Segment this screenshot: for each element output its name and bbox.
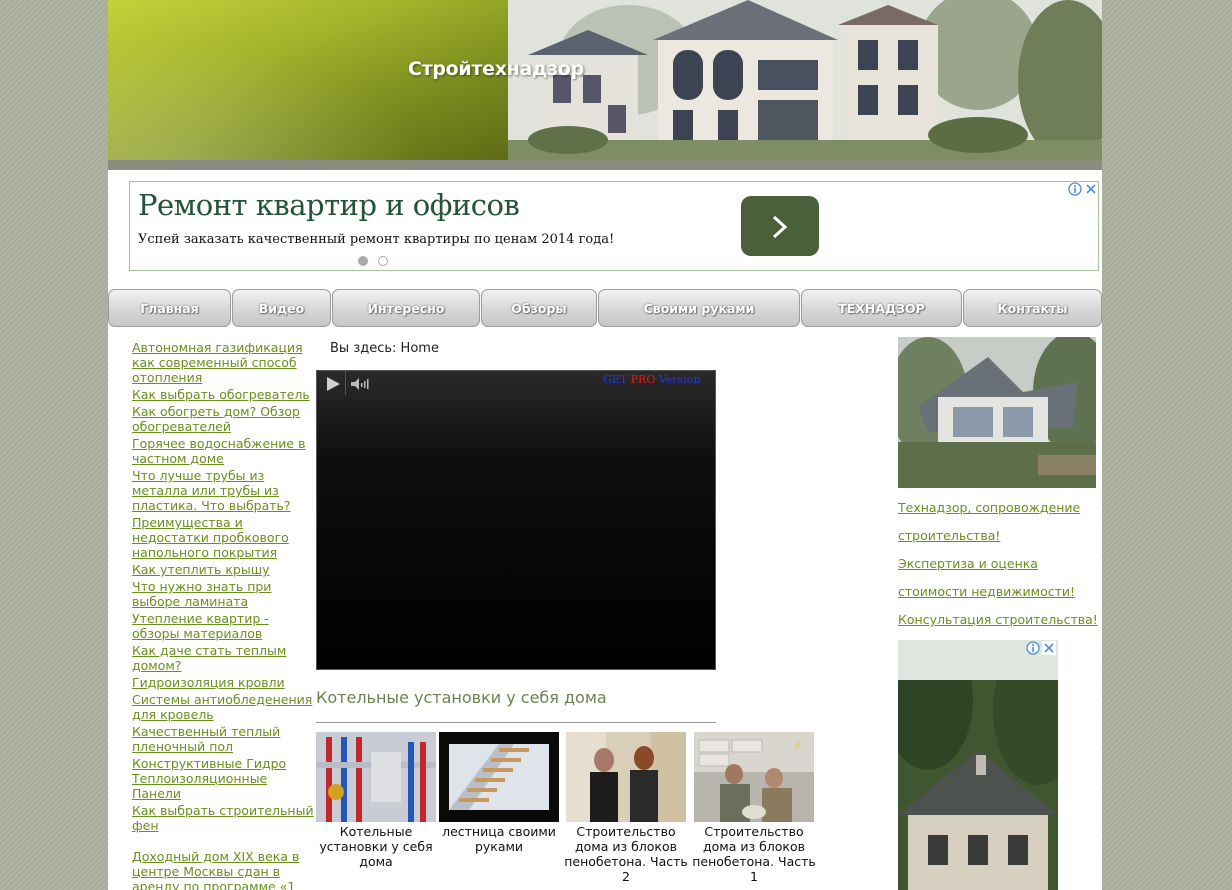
divider bbox=[316, 722, 716, 723]
left-link[interactable]: Что нужно знать при выборе ламината bbox=[132, 579, 317, 609]
svg-text:◎: ◎ bbox=[794, 739, 801, 748]
site-header: Стройтехнадзор bbox=[108, 0, 1102, 160]
left-link[interactable]: Горячее водоснабжение в частном доме bbox=[132, 436, 317, 466]
volume-icon[interactable] bbox=[351, 377, 371, 391]
nav-home[interactable]: Главная bbox=[108, 289, 231, 327]
info-icon[interactable] bbox=[1026, 641, 1040, 655]
right-house-photo[interactable] bbox=[898, 337, 1096, 488]
video-thumb[interactable]: Котельные установки у себя дома bbox=[312, 732, 440, 869]
breadcrumb-current: Home bbox=[400, 341, 439, 356]
video-thumb[interactable]: ◎ Строительство дома из блоков пенобетон… bbox=[690, 732, 818, 884]
pro-text: PRO bbox=[630, 373, 656, 386]
breadcrumb: Вы здесь: Home bbox=[330, 341, 439, 356]
nav-tehnadzor[interactable]: ТЕХНАДЗОР bbox=[801, 289, 962, 327]
left-sidebar-links: Автономная газификация как современный с… bbox=[132, 340, 317, 890]
video-control-bar: GET PRO Version bbox=[317, 371, 717, 395]
right-link[interactable]: Экспертиза и оценка стоимости недвижимос… bbox=[898, 550, 1098, 606]
site-title[interactable]: Стройтехнадзор bbox=[408, 58, 588, 80]
left-link[interactable]: Системы антиобледенения для кровель bbox=[132, 692, 317, 722]
control-separator bbox=[345, 371, 346, 395]
chevron-right-icon bbox=[772, 215, 788, 239]
ad-dot-active[interactable] bbox=[358, 256, 368, 266]
nav-interesting[interactable]: Интересно bbox=[332, 289, 480, 327]
top-ad-banner[interactable]: Ремонт квартир и офисов Успей заказать к… bbox=[129, 181, 1099, 271]
info-icon[interactable] bbox=[1068, 182, 1082, 196]
thumb-image-boiler[interactable] bbox=[316, 732, 436, 822]
left-link[interactable]: Гидроизоляция кровли bbox=[132, 675, 317, 690]
thumb-image-stairs[interactable] bbox=[439, 732, 559, 822]
ad-title[interactable]: Ремонт квартир и офисов bbox=[138, 188, 520, 222]
left-link[interactable]: Автономная газификация как современный с… bbox=[132, 340, 317, 385]
left-link[interactable]: Как выбрать строительный фен bbox=[132, 803, 317, 833]
ad-next-button[interactable] bbox=[741, 196, 819, 256]
left-link[interactable]: Что лучше трубы из металла или трубы из … bbox=[132, 468, 317, 513]
side-ad-banner[interactable] bbox=[898, 640, 1058, 890]
breadcrumb-prefix: Вы здесь: bbox=[330, 341, 397, 356]
right-link[interactable]: Технадзор, сопровождение строительства! bbox=[898, 494, 1098, 550]
nav-video[interactable]: Видео bbox=[232, 289, 331, 327]
video-thumb[interactable]: Строительство дома из блоков пенобетона.… bbox=[562, 732, 690, 884]
play-icon[interactable] bbox=[325, 376, 341, 392]
nav-reviews[interactable]: Обзоры bbox=[481, 289, 597, 327]
left-link[interactable]: Качественный теплый пленочный пол bbox=[132, 724, 317, 754]
left-link[interactable]: Как выбрать обогреватель bbox=[132, 387, 317, 402]
get-text: GET bbox=[603, 373, 628, 386]
thumb-caption[interactable]: Котельные установки у себя дома bbox=[312, 824, 440, 869]
header-divider-bar bbox=[108, 160, 1102, 170]
left-link[interactable]: Преимущества и недостатки пробкового нап… bbox=[132, 515, 317, 560]
side-ad-house-image[interactable] bbox=[898, 640, 1058, 890]
close-icon[interactable] bbox=[1084, 182, 1098, 196]
thumb-caption[interactable]: лестница своими руками bbox=[435, 824, 563, 854]
ad-text[interactable]: Успей заказать качественный ремонт кварт… bbox=[138, 232, 614, 247]
video-player[interactable]: GET PRO Version bbox=[316, 370, 716, 670]
main-nav: Главная Видео Интересно Обзоры Своими ру… bbox=[108, 289, 1102, 327]
get-pro-version-link[interactable]: GET PRO Version bbox=[603, 373, 700, 386]
thumb-image-people[interactable] bbox=[566, 732, 686, 822]
right-sidebar-links: Технадзор, сопровождение строительства! … bbox=[898, 494, 1098, 634]
left-link[interactable]: Утепление квартир - обзоры материалов bbox=[132, 611, 317, 641]
house-illustration bbox=[508, 0, 1102, 160]
right-link[interactable]: Консультация строительства! bbox=[898, 606, 1098, 634]
nav-diy[interactable]: Своими руками bbox=[598, 289, 800, 327]
thumb-caption[interactable]: Строительство дома из блоков пенобетона.… bbox=[690, 824, 818, 884]
left-link[interactable]: Доходный дом XIX века в центре Москвы сд… bbox=[132, 849, 317, 890]
left-link[interactable]: Как обогреть дом? Обзор обогревателей bbox=[132, 404, 317, 434]
thumb-caption[interactable]: Строительство дома из блоков пенобетона.… bbox=[562, 824, 690, 884]
close-icon[interactable] bbox=[1042, 641, 1056, 655]
video-title: Котельные установки у себя дома bbox=[316, 688, 607, 707]
left-link[interactable]: Конструктивные Гидро Теплоизоляционные П… bbox=[132, 756, 317, 801]
ad-dot[interactable] bbox=[378, 256, 388, 266]
page: Стройтехнадзор Ремонт квартир и офисов У… bbox=[108, 0, 1102, 890]
thumb-image-blocks[interactable]: ◎ bbox=[694, 732, 814, 822]
video-thumb[interactable]: лестница своими руками bbox=[435, 732, 563, 854]
version-text: Version bbox=[658, 373, 701, 386]
header-swoosh bbox=[108, 0, 508, 160]
left-link[interactable]: Как утеплить крышу bbox=[132, 562, 317, 577]
nav-contacts[interactable]: Контакты bbox=[963, 289, 1102, 327]
left-link[interactable]: Как даче стать теплым домом? bbox=[132, 643, 317, 673]
header-house-photo bbox=[508, 0, 1102, 160]
